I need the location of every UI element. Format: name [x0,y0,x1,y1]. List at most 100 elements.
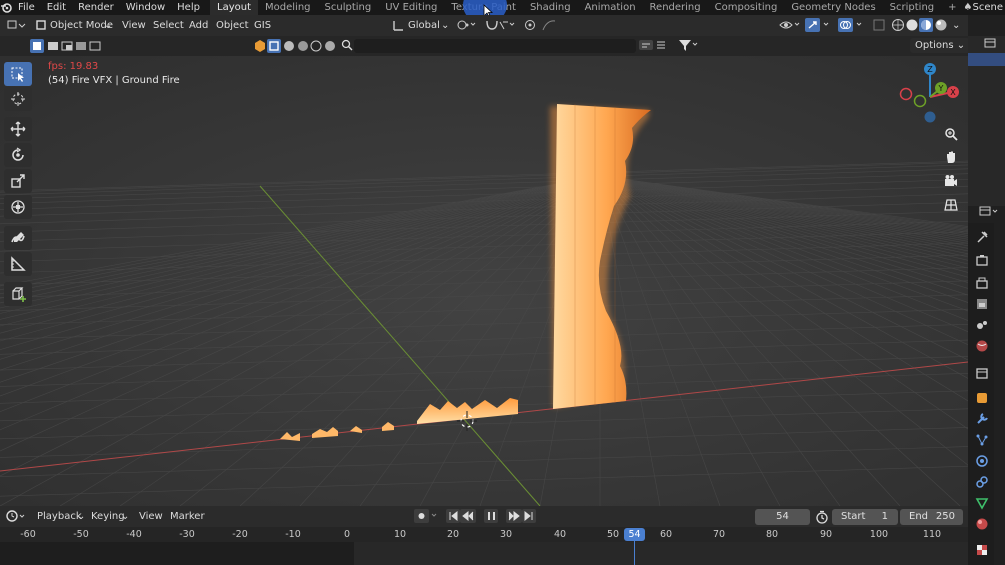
measure-tool[interactable] [4,252,32,276]
zoom-icon[interactable] [940,123,962,145]
filter-type-icons[interactable] [253,39,345,54]
shading-material-icon[interactable] [919,18,933,33]
menu-view[interactable]: View [122,18,146,33]
playhead-handle[interactable]: 54 [624,528,645,541]
end-frame-field[interactable]: End 250 [900,509,963,525]
annotate-tool[interactable] [4,226,32,250]
perspective-grid-icon[interactable] [940,194,962,216]
tab-sculpting[interactable]: Sculpting [318,0,379,15]
menu-edit[interactable]: Edit [41,0,72,15]
world-props-icon[interactable] [975,339,989,353]
render-props-icon[interactable] [975,254,989,268]
menu-render[interactable]: Render [72,0,120,15]
select-box-mode-icons[interactable] [30,39,102,54]
transform-orientation-icon [392,18,404,33]
overlays-icon[interactable] [838,18,866,33]
snap-icon[interactable] [484,18,516,33]
navigation-gizmo[interactable]: Z X Y [898,61,964,131]
timeline-track[interactable] [0,542,968,565]
particles-props-icon[interactable] [975,433,989,447]
blender-logo-icon[interactable] [0,2,12,14]
menu-file[interactable]: File [12,0,41,15]
tool-settings-icon[interactable] [975,230,989,244]
physics-props-icon[interactable] [975,454,989,468]
scale-tool[interactable] [4,169,32,193]
options-dropdown[interactable]: Options ⌄ [910,38,971,53]
xray-icon[interactable] [873,18,885,33]
ruler-tick: 60 [659,529,673,540]
tab-uv-editing[interactable]: UV Editing [378,0,444,15]
properties-editor-icon[interactable] [978,204,1000,218]
playhead-line [634,540,635,565]
timeline-editor-icon[interactable] [6,509,28,524]
rotate-tool[interactable] [4,143,32,167]
auto-keying-icon[interactable] [414,509,438,524]
data-props-icon[interactable] [975,496,989,510]
start-frame-field[interactable]: Start 1 [832,509,898,525]
menu-marker[interactable]: Marker [170,509,205,524]
collection-props-icon[interactable] [975,366,989,380]
tab-layout[interactable]: Layout [210,0,259,15]
tab-geometry-nodes[interactable]: Geometry Nodes [784,0,882,15]
camera-view-icon[interactable] [940,170,962,192]
outliner-editor-icon[interactable] [984,38,1002,50]
pivot-point-icon[interactable] [456,18,478,33]
add-cube-tool[interactable] [4,282,32,306]
view-layer-props-icon[interactable] [975,297,989,311]
3d-viewport[interactable]: fps: 19.83 (54) Fire VFX | Ground Fire Z… [0,56,968,506]
material-props-icon[interactable] [975,517,989,531]
menu-playback[interactable]: Playback [37,509,82,524]
object-props-icon[interactable] [975,391,989,405]
ruler-tick: 70 [712,529,726,540]
menu-keying[interactable]: Keying [91,509,125,524]
outliner-selected-row[interactable] [968,53,1005,66]
fps-readout: fps: 19.83 [48,61,99,72]
ruler-tick: -50 [73,529,89,540]
add-workspace-button[interactable]: + [941,0,963,15]
current-frame-field[interactable]: 54 [755,509,810,525]
search-icon [341,38,353,53]
next-keyframe-icon [506,509,522,523]
tab-shading[interactable]: Shading [523,0,578,15]
texture-props-icon[interactable] [975,543,989,557]
shading-chevron-icon[interactable]: ⌄ [952,18,960,33]
menu-select[interactable]: Select [153,18,184,33]
ruler-tick: 50 [606,529,620,540]
tab-scripting[interactable]: Scripting [883,0,941,15]
scene-icon[interactable]: ♠ [964,2,973,13]
visibility-icon[interactable] [778,18,802,33]
menu-window[interactable]: Window [120,0,171,15]
gizmo-x-label: X [950,88,956,97]
transform-tool[interactable] [4,195,32,219]
select-box-tool[interactable] [4,62,32,86]
proportional-edit-icon[interactable] [523,18,563,33]
menu-add[interactable]: Add [189,18,208,33]
output-props-icon[interactable] [975,276,989,290]
scene-props-icon[interactable] [975,318,989,332]
constraints-props-icon[interactable] [975,475,989,489]
cursor-tool[interactable] [4,87,32,111]
tab-animation[interactable]: Animation [578,0,643,15]
editor-type-icon[interactable] [6,18,26,33]
shading-rendered-icon[interactable] [934,18,948,33]
scene-name[interactable]: Scene [973,0,1005,15]
move-tool[interactable] [4,117,32,141]
tab-compositing[interactable]: Compositing [708,0,785,15]
search-input[interactable] [354,39,636,53]
tab-modeling[interactable]: Modeling [258,0,318,15]
stopwatch-icon[interactable] [815,510,829,524]
filter-icon[interactable] [639,38,699,53]
shading-wireframe-icon[interactable] [891,18,905,33]
modifier-props-icon[interactable] [975,412,989,426]
scene-frame-range [354,542,968,565]
start-value: 1 [881,511,888,522]
menu-object[interactable]: Object [216,18,249,33]
pan-hand-icon[interactable] [940,146,962,168]
menu-view-timeline[interactable]: View [139,509,163,524]
menu-help[interactable]: Help [171,0,206,15]
tab-rendering[interactable]: Rendering [643,0,708,15]
transform-orientation-dropdown[interactable]: Global [408,18,440,33]
menu-gis[interactable]: GIS [254,18,271,33]
shading-solid-icon[interactable] [905,18,919,33]
gizmo-toggle-icon[interactable] [805,18,833,33]
